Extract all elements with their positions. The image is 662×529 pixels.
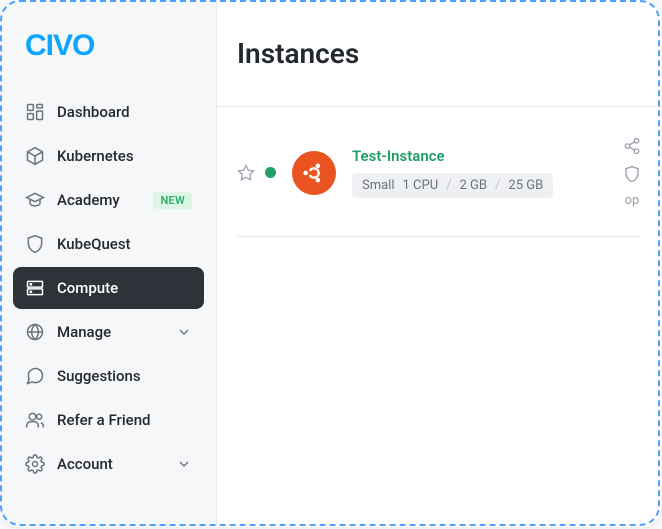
sidebar-item-label: Refer a Friend xyxy=(57,411,192,429)
sidebar-item-refer[interactable]: Refer a Friend xyxy=(13,399,204,441)
main-content: Instances Test-Instance xyxy=(217,1,661,527)
favorite-star-button[interactable] xyxy=(237,164,255,182)
separator: / xyxy=(495,178,500,193)
svg-text:CIVO: CIVO xyxy=(25,29,95,61)
share-icon[interactable] xyxy=(623,137,641,159)
spec-size: Small xyxy=(362,178,395,193)
chevron-down-icon xyxy=(176,456,192,472)
separator: / xyxy=(446,178,451,193)
sidebar-item-academy[interactable]: Academy NEW xyxy=(13,179,204,221)
brand-logo[interactable]: CIVO xyxy=(13,29,204,91)
page-header: Instances xyxy=(217,1,661,107)
sidebar-item-manage[interactable]: Manage xyxy=(13,311,204,353)
sidebar-item-label: KubeQuest xyxy=(57,235,192,253)
sidebar-item-dashboard[interactable]: Dashboard xyxy=(13,91,204,133)
server-icon xyxy=(25,278,45,298)
page-title: Instances xyxy=(237,37,641,70)
instance-info: Test-Instance Small 1 CPU / 2 GB / 25 GB xyxy=(352,147,603,198)
spec-disk: 25 GB xyxy=(508,178,543,193)
sidebar: CIVO Dashboard Kubernetes Academy NEW xyxy=(1,1,217,527)
dashboard-icon xyxy=(25,102,45,122)
ubuntu-icon xyxy=(292,151,336,195)
instance-actions: op xyxy=(623,137,641,208)
sidebar-item-label: Dashboard xyxy=(57,103,192,121)
sidebar-item-label: Manage xyxy=(57,323,164,341)
chevron-down-icon xyxy=(176,324,192,340)
academy-icon xyxy=(25,190,45,210)
sidebar-item-label: Suggestions xyxy=(57,367,192,385)
sidebar-item-kubernetes[interactable]: Kubernetes xyxy=(13,135,204,177)
spec-ram: 2 GB xyxy=(460,178,488,193)
new-badge: NEW xyxy=(153,192,192,209)
sidebar-item-suggestions[interactable]: Suggestions xyxy=(13,355,204,397)
sidebar-item-label: Compute xyxy=(57,279,192,297)
app-window: CIVO Dashboard Kubernetes Academy NEW xyxy=(1,1,661,527)
sidebar-item-account[interactable]: Account xyxy=(13,443,204,485)
spec-cpu: 1 CPU xyxy=(403,178,439,193)
firewall-shield-icon[interactable] xyxy=(623,165,641,187)
instance-specs: Small 1 CPU / 2 GB / 25 GB xyxy=(352,173,553,198)
sidebar-item-kubequest[interactable]: KubeQuest xyxy=(13,223,204,265)
sidebar-item-label: Academy xyxy=(57,191,141,209)
shield-icon xyxy=(25,234,45,254)
cube-icon xyxy=(25,146,45,166)
status-dot-active xyxy=(265,167,276,178)
sidebar-item-compute[interactable]: Compute xyxy=(13,267,204,309)
sidebar-item-label: Kubernetes xyxy=(57,147,192,165)
op-label: op xyxy=(625,193,640,208)
users-icon xyxy=(25,410,45,430)
chat-icon xyxy=(25,366,45,386)
globe-icon xyxy=(25,322,45,342)
instance-row[interactable]: Test-Instance Small 1 CPU / 2 GB / 25 GB… xyxy=(237,107,641,237)
instance-name-link[interactable]: Test-Instance xyxy=(352,147,603,165)
sidebar-item-label: Account xyxy=(57,455,164,473)
gear-icon xyxy=(25,454,45,474)
